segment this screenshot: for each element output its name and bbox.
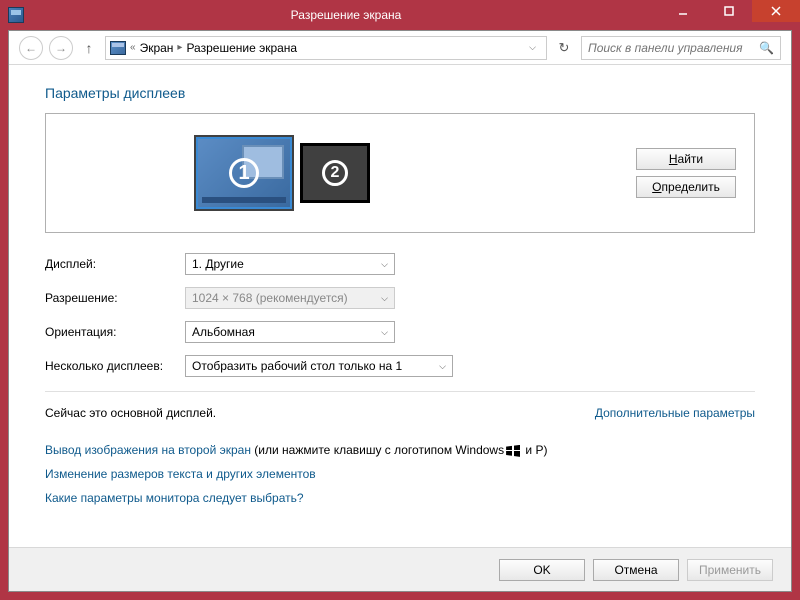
project-suffix1: (или нажмите клавишу с логотипом Windows <box>251 443 504 457</box>
chevron-down-icon: ⌵ <box>381 259 388 270</box>
chevron-down-icon: ⌵ <box>381 327 388 338</box>
help-links: Вывод изображения на второй экран (или н… <box>45 438 755 510</box>
display-select[interactable]: 1. Другие ⌵ <box>185 253 395 275</box>
content-area: ← → ↑ « Экран ▸ Разрешение экрана ⌵ ↻ 🔍 … <box>8 30 792 592</box>
monitor-1-number: 1 <box>229 158 259 188</box>
resolution-value: 1024 × 768 (рекомендуется) <box>192 291 348 305</box>
navigation-bar: ← → ↑ « Экран ▸ Разрешение экрана ⌵ ↻ 🔍 <box>9 31 791 65</box>
resolution-row: Разрешение: 1024 × 768 (рекомендуется) ⌵ <box>45 287 755 309</box>
search-input[interactable] <box>588 41 759 55</box>
orientation-label: Ориентация: <box>45 325 185 339</box>
cancel-button[interactable]: Отмена <box>593 559 679 581</box>
monitor-preview-box: 1 2 Найти Определить <box>45 113 755 233</box>
back-button[interactable]: ← <box>19 36 43 60</box>
text-size-link[interactable]: Изменение размеров текста и других элеме… <box>45 467 316 481</box>
display-row: Дисплей: 1. Другие ⌵ <box>45 253 755 275</box>
titlebar: Разрешение экрана <box>0 0 800 30</box>
breadcrumb-level1[interactable]: Экран <box>140 41 174 55</box>
ok-button[interactable]: OK <box>499 559 585 581</box>
page-heading: Параметры дисплеев <box>45 85 755 101</box>
display-label: Дисплей: <box>45 257 185 271</box>
orientation-value: Альбомная <box>192 325 255 339</box>
window-controls <box>660 0 800 30</box>
search-box[interactable]: 🔍 <box>581 36 781 60</box>
refresh-button[interactable]: ↻ <box>553 40 575 56</box>
main-panel: Параметры дисплеев 1 2 Найти Определить … <box>9 65 791 520</box>
monitor-2-number: 2 <box>322 160 348 186</box>
monitor-2[interactable]: 2 <box>300 143 370 203</box>
multi-display-select[interactable]: Отобразить рабочий стол только на 1 ⌵ <box>185 355 453 377</box>
primary-display-status: Сейчас это основной дисплей. <box>45 406 595 420</box>
windows-logo-icon <box>506 445 520 457</box>
control-panel-icon <box>110 41 126 55</box>
display-value: 1. Другие <box>192 257 244 271</box>
app-icon <box>8 7 24 23</box>
chevron-icon: « <box>130 42 136 53</box>
project-suffix2: и P) <box>522 443 547 457</box>
apply-button: Применить <box>687 559 773 581</box>
breadcrumb-level2[interactable]: Разрешение экрана <box>186 41 297 55</box>
monitor-1[interactable]: 1 <box>194 135 294 211</box>
project-link[interactable]: Вывод изображения на второй экран <box>45 443 251 457</box>
multi-display-label: Несколько дисплеев: <box>45 359 185 373</box>
chevron-down-icon: ⌵ <box>439 361 446 372</box>
forward-button[interactable]: → <box>49 36 73 60</box>
maximize-button[interactable] <box>706 0 752 22</box>
monitor-previews: 1 2 <box>194 135 370 211</box>
search-icon[interactable]: 🔍 <box>759 41 774 55</box>
minimize-button[interactable] <box>660 0 706 22</box>
dialog-button-bar: OK Отмена Применить <box>9 547 791 591</box>
up-button[interactable]: ↑ <box>79 40 99 56</box>
orientation-select[interactable]: Альбомная ⌵ <box>185 321 395 343</box>
multi-display-row: Несколько дисплеев: Отобразить рабочий с… <box>45 355 755 377</box>
multi-display-value: Отобразить рабочий стол только на 1 <box>192 359 402 373</box>
orientation-row: Ориентация: Альбомная ⌵ <box>45 321 755 343</box>
identify-button[interactable]: Определить <box>636 176 736 198</box>
window-title: Разрешение экрана <box>32 8 660 22</box>
chevron-right-icon: ▸ <box>177 42 182 53</box>
find-button[interactable]: Найти <box>636 148 736 170</box>
resolution-select: 1024 × 768 (рекомендуется) ⌵ <box>185 287 395 309</box>
status-row: Сейчас это основной дисплей. Дополнитель… <box>45 391 755 420</box>
breadcrumb-dropdown-icon[interactable]: ⌵ <box>529 42 536 53</box>
which-settings-link[interactable]: Какие параметры монитора следует выбрать… <box>45 491 304 505</box>
advanced-settings-link[interactable]: Дополнительные параметры <box>595 406 755 420</box>
resolution-label: Разрешение: <box>45 291 185 305</box>
monitor-action-buttons: Найти Определить <box>636 148 736 198</box>
breadcrumb[interactable]: « Экран ▸ Разрешение экрана ⌵ <box>105 36 547 60</box>
close-button[interactable] <box>752 0 800 22</box>
chevron-down-icon: ⌵ <box>381 293 388 304</box>
